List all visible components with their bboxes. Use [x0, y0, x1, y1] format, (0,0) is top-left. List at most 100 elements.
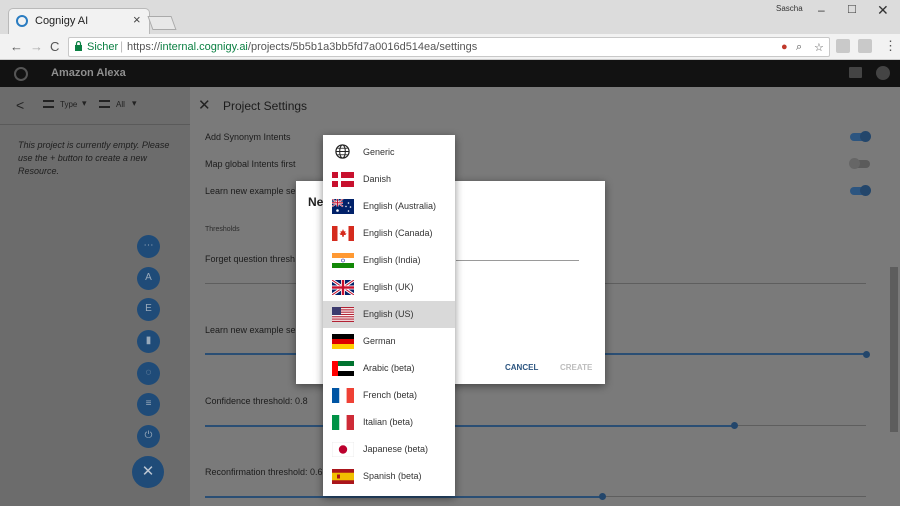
- denmark-flag-icon: [332, 172, 354, 187]
- setting-label: Add Synonym Intents: [205, 132, 291, 142]
- secure-label: Sicher: [87, 41, 119, 53]
- intent-icon: E: [145, 303, 152, 314]
- add-resource-button[interactable]: ✕: [132, 456, 164, 488]
- language-option-french[interactable]: French (beta): [323, 382, 455, 409]
- chevron-left-icon[interactable]: <: [16, 97, 24, 113]
- language-option-english-australia[interactable]: English (Australia): [323, 193, 455, 220]
- filter-type-select[interactable]: Type: [60, 100, 77, 109]
- uk-flag-icon: [332, 280, 354, 295]
- language-label: Spanish (beta): [363, 471, 422, 481]
- endpoint-icon: ▮: [145, 335, 152, 346]
- us-flag-icon: [332, 307, 354, 322]
- window-close-icon[interactable]: ✕: [877, 2, 889, 19]
- endpoint-fab[interactable]: ▮: [137, 330, 160, 353]
- cognigy-favicon-icon: [16, 15, 28, 27]
- address-bar[interactable]: Sicher | https://internal.cognigy.ai/pro…: [68, 37, 830, 57]
- language-dropdown-menu: Generic Danish English (Australia) Engli…: [323, 135, 455, 496]
- section-title: Thresholds: [205, 226, 240, 233]
- avatar[interactable]: [876, 66, 890, 80]
- cancel-button[interactable]: CANCEL: [505, 363, 538, 372]
- toggle-thumb[interactable]: [860, 131, 871, 142]
- cognigy-logo-icon[interactable]: [14, 67, 28, 81]
- slider-fill[interactable]: [205, 425, 734, 427]
- extension-icon[interactable]: [858, 39, 872, 53]
- task-fab[interactable]: ≡: [137, 393, 160, 416]
- chevron-down-icon[interactable]: ▾: [132, 98, 137, 109]
- back-arrow-icon[interactable]: ←: [10, 39, 23, 54]
- language-label: English (US): [363, 309, 414, 319]
- site-settings-icon[interactable]: ●: [781, 41, 788, 53]
- language-label: Generic: [363, 147, 395, 157]
- scrollbar[interactable]: [890, 267, 898, 432]
- new-tab-button[interactable]: [147, 16, 177, 30]
- language-option-danish[interactable]: Danish: [323, 166, 455, 193]
- sidebar-header: < Type ▾ All ▾: [0, 87, 190, 125]
- slider-thumb[interactable]: [863, 351, 870, 358]
- slider-label: Learn new example se: [205, 325, 296, 335]
- project-title: Amazon Alexa: [51, 67, 126, 79]
- browser-toolbar: ← → C Sicher | https://internal.cognigy.…: [0, 34, 900, 60]
- chevron-down-icon[interactable]: ▾: [82, 98, 87, 109]
- language-option-spanish[interactable]: Spanish (beta): [323, 463, 455, 490]
- toggle-thumb[interactable]: [860, 185, 871, 196]
- lexicon-fab[interactable]: A: [137, 267, 160, 290]
- url-path: /projects/5b5b1a3bb5fd7a0016d514ea/setti…: [247, 41, 478, 53]
- language-option-english-us[interactable]: English (US): [323, 301, 455, 328]
- language-option-italian[interactable]: Italian (beta): [323, 409, 455, 436]
- forward-arrow-icon[interactable]: →: [30, 39, 43, 54]
- filter-icon[interactable]: [43, 100, 54, 108]
- australia-flag-icon: [332, 199, 354, 214]
- toggle-thumb[interactable]: [849, 158, 860, 169]
- setting-label: Map global Intents first: [205, 159, 296, 169]
- bookmark-star-icon[interactable]: ☆: [814, 41, 824, 54]
- slider-fill[interactable]: [205, 496, 602, 498]
- language-option-english-india[interactable]: English (India): [323, 247, 455, 274]
- language-option-generic[interactable]: Generic: [323, 139, 455, 166]
- japan-flag-icon: [332, 442, 354, 457]
- reload-icon[interactable]: C: [50, 39, 59, 54]
- filter-all-select[interactable]: All: [116, 100, 125, 109]
- tab-close-icon[interactable]: ×: [133, 12, 141, 27]
- browser-user-name[interactable]: Sascha: [776, 4, 803, 13]
- resource-sidebar: < Type ▾ All ▾ This project is currently…: [0, 87, 190, 506]
- spain-flag-icon: [332, 469, 354, 484]
- browser-menu-icon[interactable]: ⋮: [884, 38, 897, 54]
- zoom-icon[interactable]: ⌕: [796, 41, 802, 54]
- slider-label: Reconfirmation threshold: 0.6: [205, 467, 323, 477]
- slider-thumb[interactable]: [731, 422, 738, 429]
- chat-icon[interactable]: [849, 67, 862, 78]
- language-label: German: [363, 336, 396, 346]
- lock-icon: [75, 41, 82, 51]
- url-text[interactable]: https://internal.cognigy.ai/projects/5b5…: [127, 41, 477, 53]
- name-field-underline[interactable]: [456, 260, 579, 261]
- plug-icon: ⏻: [144, 430, 153, 441]
- url-scheme: https://: [127, 41, 161, 53]
- plug-fab[interactable]: ⏻: [137, 425, 160, 448]
- language-option-german[interactable]: German: [323, 328, 455, 355]
- language-label: English (UK): [363, 282, 414, 292]
- slider-label: Forget question thresh: [205, 254, 296, 264]
- extension-icon[interactable]: [836, 39, 850, 53]
- create-button[interactable]: CREATE: [560, 363, 592, 372]
- india-flag-icon: [332, 253, 354, 268]
- close-icon[interactable]: ✕: [198, 96, 211, 114]
- minimize-icon[interactable]: –: [818, 3, 825, 17]
- flow-fab[interactable]: ⋯: [137, 235, 160, 258]
- intent-fab[interactable]: E: [137, 298, 160, 321]
- language-option-arabic[interactable]: Arabic (beta): [323, 355, 455, 382]
- language-label: Italian (beta): [363, 417, 414, 427]
- idea-fab[interactable]: ◌: [137, 362, 160, 385]
- flow-icon: ⋯: [143, 240, 154, 251]
- language-label: English (Australia): [363, 201, 437, 211]
- browser-tab[interactable]: Cognigy AI ×: [8, 8, 150, 34]
- slider-thumb[interactable]: [599, 493, 606, 500]
- maximize-icon[interactable]: □: [848, 1, 856, 16]
- lightbulb-icon: ◌: [145, 367, 152, 378]
- url-host: internal.cognigy.ai: [160, 41, 248, 53]
- language-option-english-canada[interactable]: English (Canada): [323, 220, 455, 247]
- language-option-english-uk[interactable]: English (UK): [323, 274, 455, 301]
- france-flag-icon: [332, 388, 354, 403]
- language-option-japanese[interactable]: Japanese (beta): [323, 436, 455, 463]
- globe-icon: [335, 144, 350, 159]
- filter-icon[interactable]: [99, 100, 110, 108]
